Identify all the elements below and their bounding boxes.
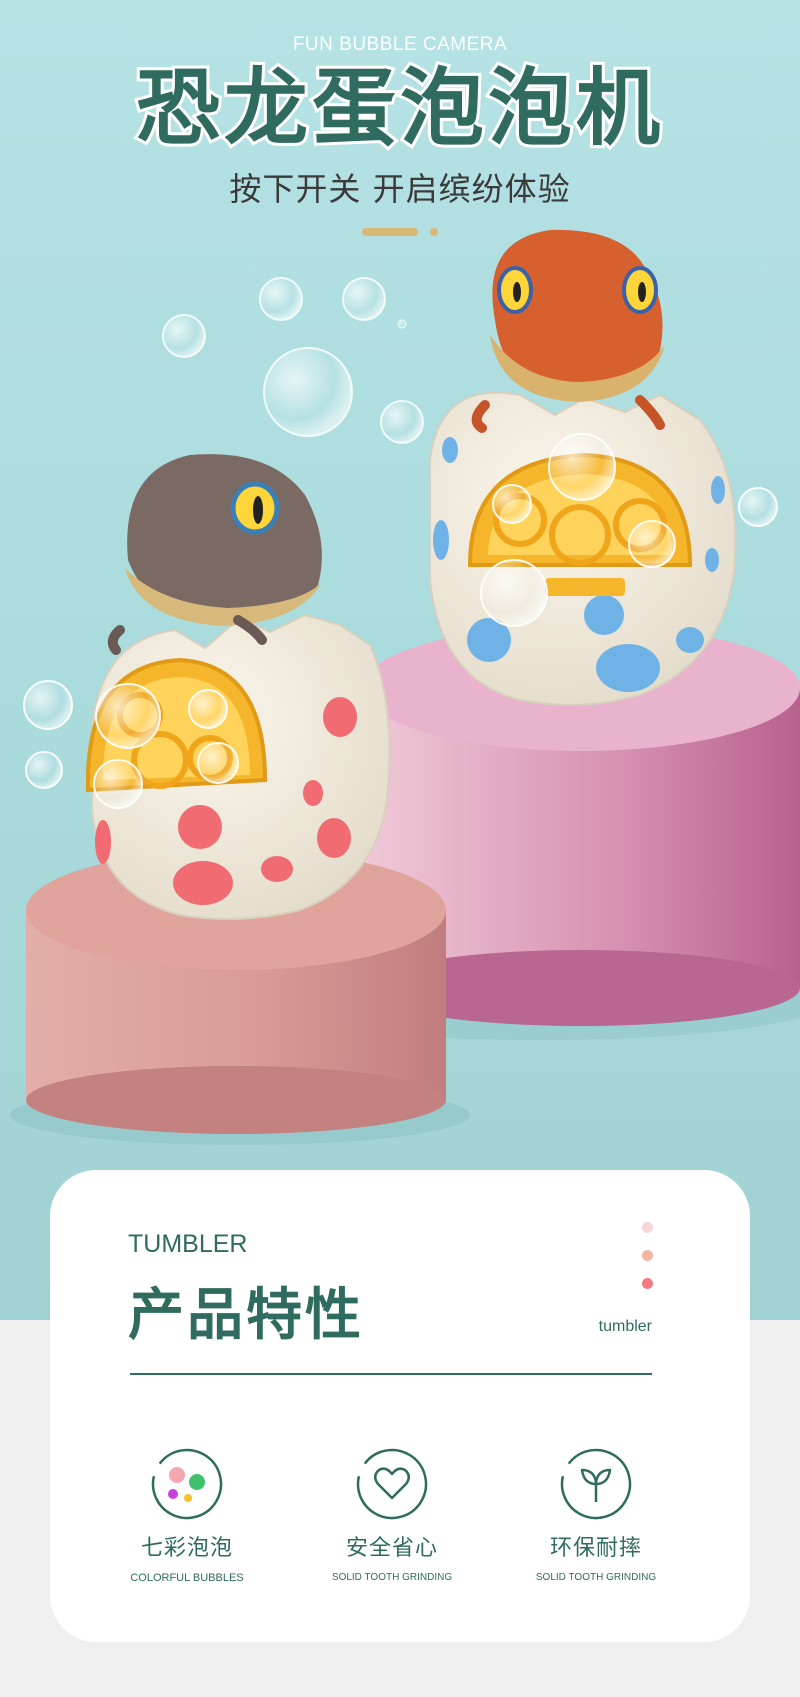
feature-title: 七彩泡泡 — [140, 1536, 233, 1561]
product-scene-illustration — [10, 229, 800, 1145]
card-divider — [130, 1373, 652, 1375]
feature-subtitle: SOLID TOOTH GRINDING — [331, 1572, 453, 1583]
feature-title: 安全省心 — [345, 1536, 438, 1561]
heart-icon — [356, 1448, 428, 1520]
brown-dino-head — [107, 454, 322, 655]
decorative-dots — [640, 1222, 654, 1292]
feature-safe: 安全省心 SOLID TOOTH GRINDING — [292, 1448, 492, 1583]
sprout-icon — [560, 1448, 632, 1520]
decorative-dot-mid — [642, 1250, 653, 1261]
card-title: 产品特性 — [128, 1283, 364, 1348]
feature-subtitle: COLORFUL BUBBLES — [130, 1572, 244, 1584]
card-small-label: tumbler — [598, 1318, 652, 1335]
hero-banner: FUN BUBBLE CAMERA 恐龙蛋泡泡机 按下开关 开启缤纷体验 — [0, 0, 800, 1320]
colorful-bubbles-icon — [151, 1448, 223, 1520]
feature-title: 环保耐摔 — [549, 1536, 642, 1561]
feature-subtitle: SOLID TOOTH GRINDING — [535, 1572, 657, 1583]
feature-eco: 环保耐摔 SOLID TOOTH GRINDING — [496, 1448, 696, 1583]
decorative-dot-dark — [642, 1278, 653, 1289]
product-features-card: TUMBLER 产品特性 tumbler 七彩泡泡 COLORFUL BUBBL… — [50, 1170, 750, 1642]
feature-colorful-bubbles: 七彩泡泡 COLORFUL BUBBLES — [87, 1448, 287, 1584]
decorative-dot-light — [642, 1222, 653, 1233]
card-label-en: TUMBLER — [128, 1230, 248, 1258]
